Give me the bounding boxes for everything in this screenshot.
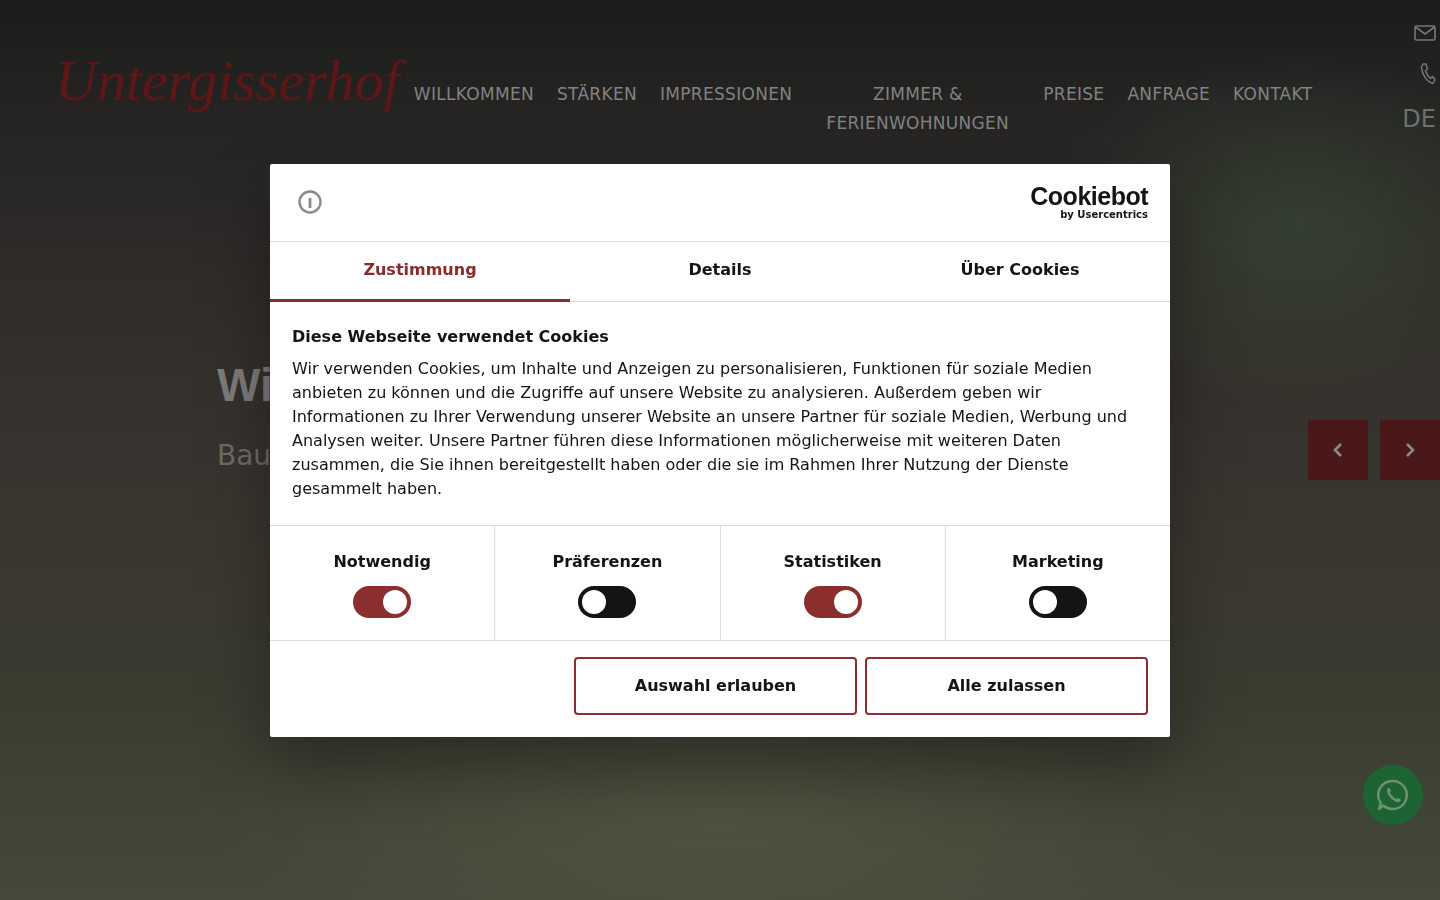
page: Untergisserhof WILLKOMMEN STÄRKEN IMPRESSIO… <box>0 0 1440 900</box>
mail-link[interactable] <box>1414 25 1436 41</box>
chevron-left-icon <box>1332 442 1344 458</box>
site-header: Untergisserhof WILLKOMMEN STÄRKEN IMPRESSIO… <box>0 0 1440 138</box>
consent-categories: Notwendig Präferenzen Statistiken Marketing <box>270 525 1170 641</box>
nav-item[interactable]: ANFRAGE <box>1127 80 1210 109</box>
toggle-knob <box>1033 590 1057 614</box>
brand-subtitle: by Usercentrics <box>1030 210 1148 220</box>
consent-category: Präferenzen <box>494 526 719 640</box>
consent-category: Statistiken <box>720 526 945 640</box>
category-label: Statistiken <box>729 550 937 574</box>
chevron-right-icon <box>1404 442 1416 458</box>
allow-selection-button[interactable]: Auswahl erlauben <box>574 657 857 715</box>
cookiebot-logo: Cookiebotby Usercentrics <box>1030 184 1148 220</box>
toggle-knob <box>582 590 606 614</box>
consent-category: Marketing <box>945 526 1170 640</box>
nav-item[interactable]: WILLKOMMEN <box>414 80 534 109</box>
whatsapp-button[interactable] <box>1363 765 1423 825</box>
envelope-icon <box>1414 25 1436 41</box>
site-logo[interactable]: Untergisserhof <box>55 52 400 110</box>
cookie-info-button[interactable] <box>297 189 323 215</box>
category-label: Präferenzen <box>503 550 711 574</box>
dialog-header: Cookiebotby Usercentrics <box>270 164 1170 242</box>
category-toggle[interactable] <box>1029 586 1087 618</box>
toggle-knob <box>383 590 407 614</box>
cookie-overlay: Cookiebotby Usercentrics ZustimmungDetail… <box>0 0 1440 900</box>
whatsapp-icon <box>1375 777 1411 813</box>
header-tools: DE <box>1400 25 1440 131</box>
nav-item[interactable]: STÄRKEN <box>557 80 637 109</box>
category-label: Marketing <box>954 550 1162 574</box>
slider-prev-button[interactable] <box>1308 420 1368 480</box>
phone-link[interactable] <box>1420 63 1436 85</box>
slider-next-button[interactable] <box>1380 420 1440 480</box>
dialog-body: Diese Webseite verwendet Cookies Wir verw… <box>270 302 1170 525</box>
nav-item[interactable]: PREISE <box>1043 80 1104 109</box>
cookie-dialog: Cookiebotby Usercentrics ZustimmungDetail… <box>270 164 1170 737</box>
dialog-tabs: ZustimmungDetailsÜber Cookies <box>270 242 1170 302</box>
dialog-tab[interactable]: Über Cookies <box>870 242 1170 302</box>
consent-category: Notwendig <box>270 526 494 640</box>
info-icon <box>297 189 323 215</box>
category-toggle[interactable] <box>578 586 636 618</box>
nav-item[interactable]: IMPRESSIONEN <box>660 80 792 109</box>
brand-name: Cookiebot <box>1030 184 1148 209</box>
dialog-footer: Auswahl erlaubenAlle zulassen <box>270 641 1170 737</box>
main-nav: WILLKOMMEN STÄRKEN IMPRESSIONEN ZIMMER & FE… <box>414 80 1313 138</box>
toggle-knob <box>834 590 858 614</box>
allow-all-button[interactable]: Alle zulassen <box>865 657 1148 715</box>
category-toggle[interactable] <box>804 586 862 618</box>
nav-item[interactable]: KONTAKT <box>1233 80 1312 109</box>
dialog-tab[interactable]: Details <box>570 242 870 302</box>
category-toggle[interactable] <box>353 586 411 618</box>
category-label: Notwendig <box>278 550 486 574</box>
phone-icon <box>1420 63 1436 85</box>
language-switch[interactable]: DE <box>1402 107 1436 131</box>
dialog-text: Wir verwenden Cookies, um Inhalte und An… <box>292 357 1148 501</box>
nav-item[interactable]: ZIMMER & FERIENWOHNUNGEN <box>815 80 1020 138</box>
dialog-heading: Diese Webseite verwendet Cookies <box>292 325 1148 349</box>
dialog-tab[interactable]: Zustimmung <box>270 242 570 302</box>
